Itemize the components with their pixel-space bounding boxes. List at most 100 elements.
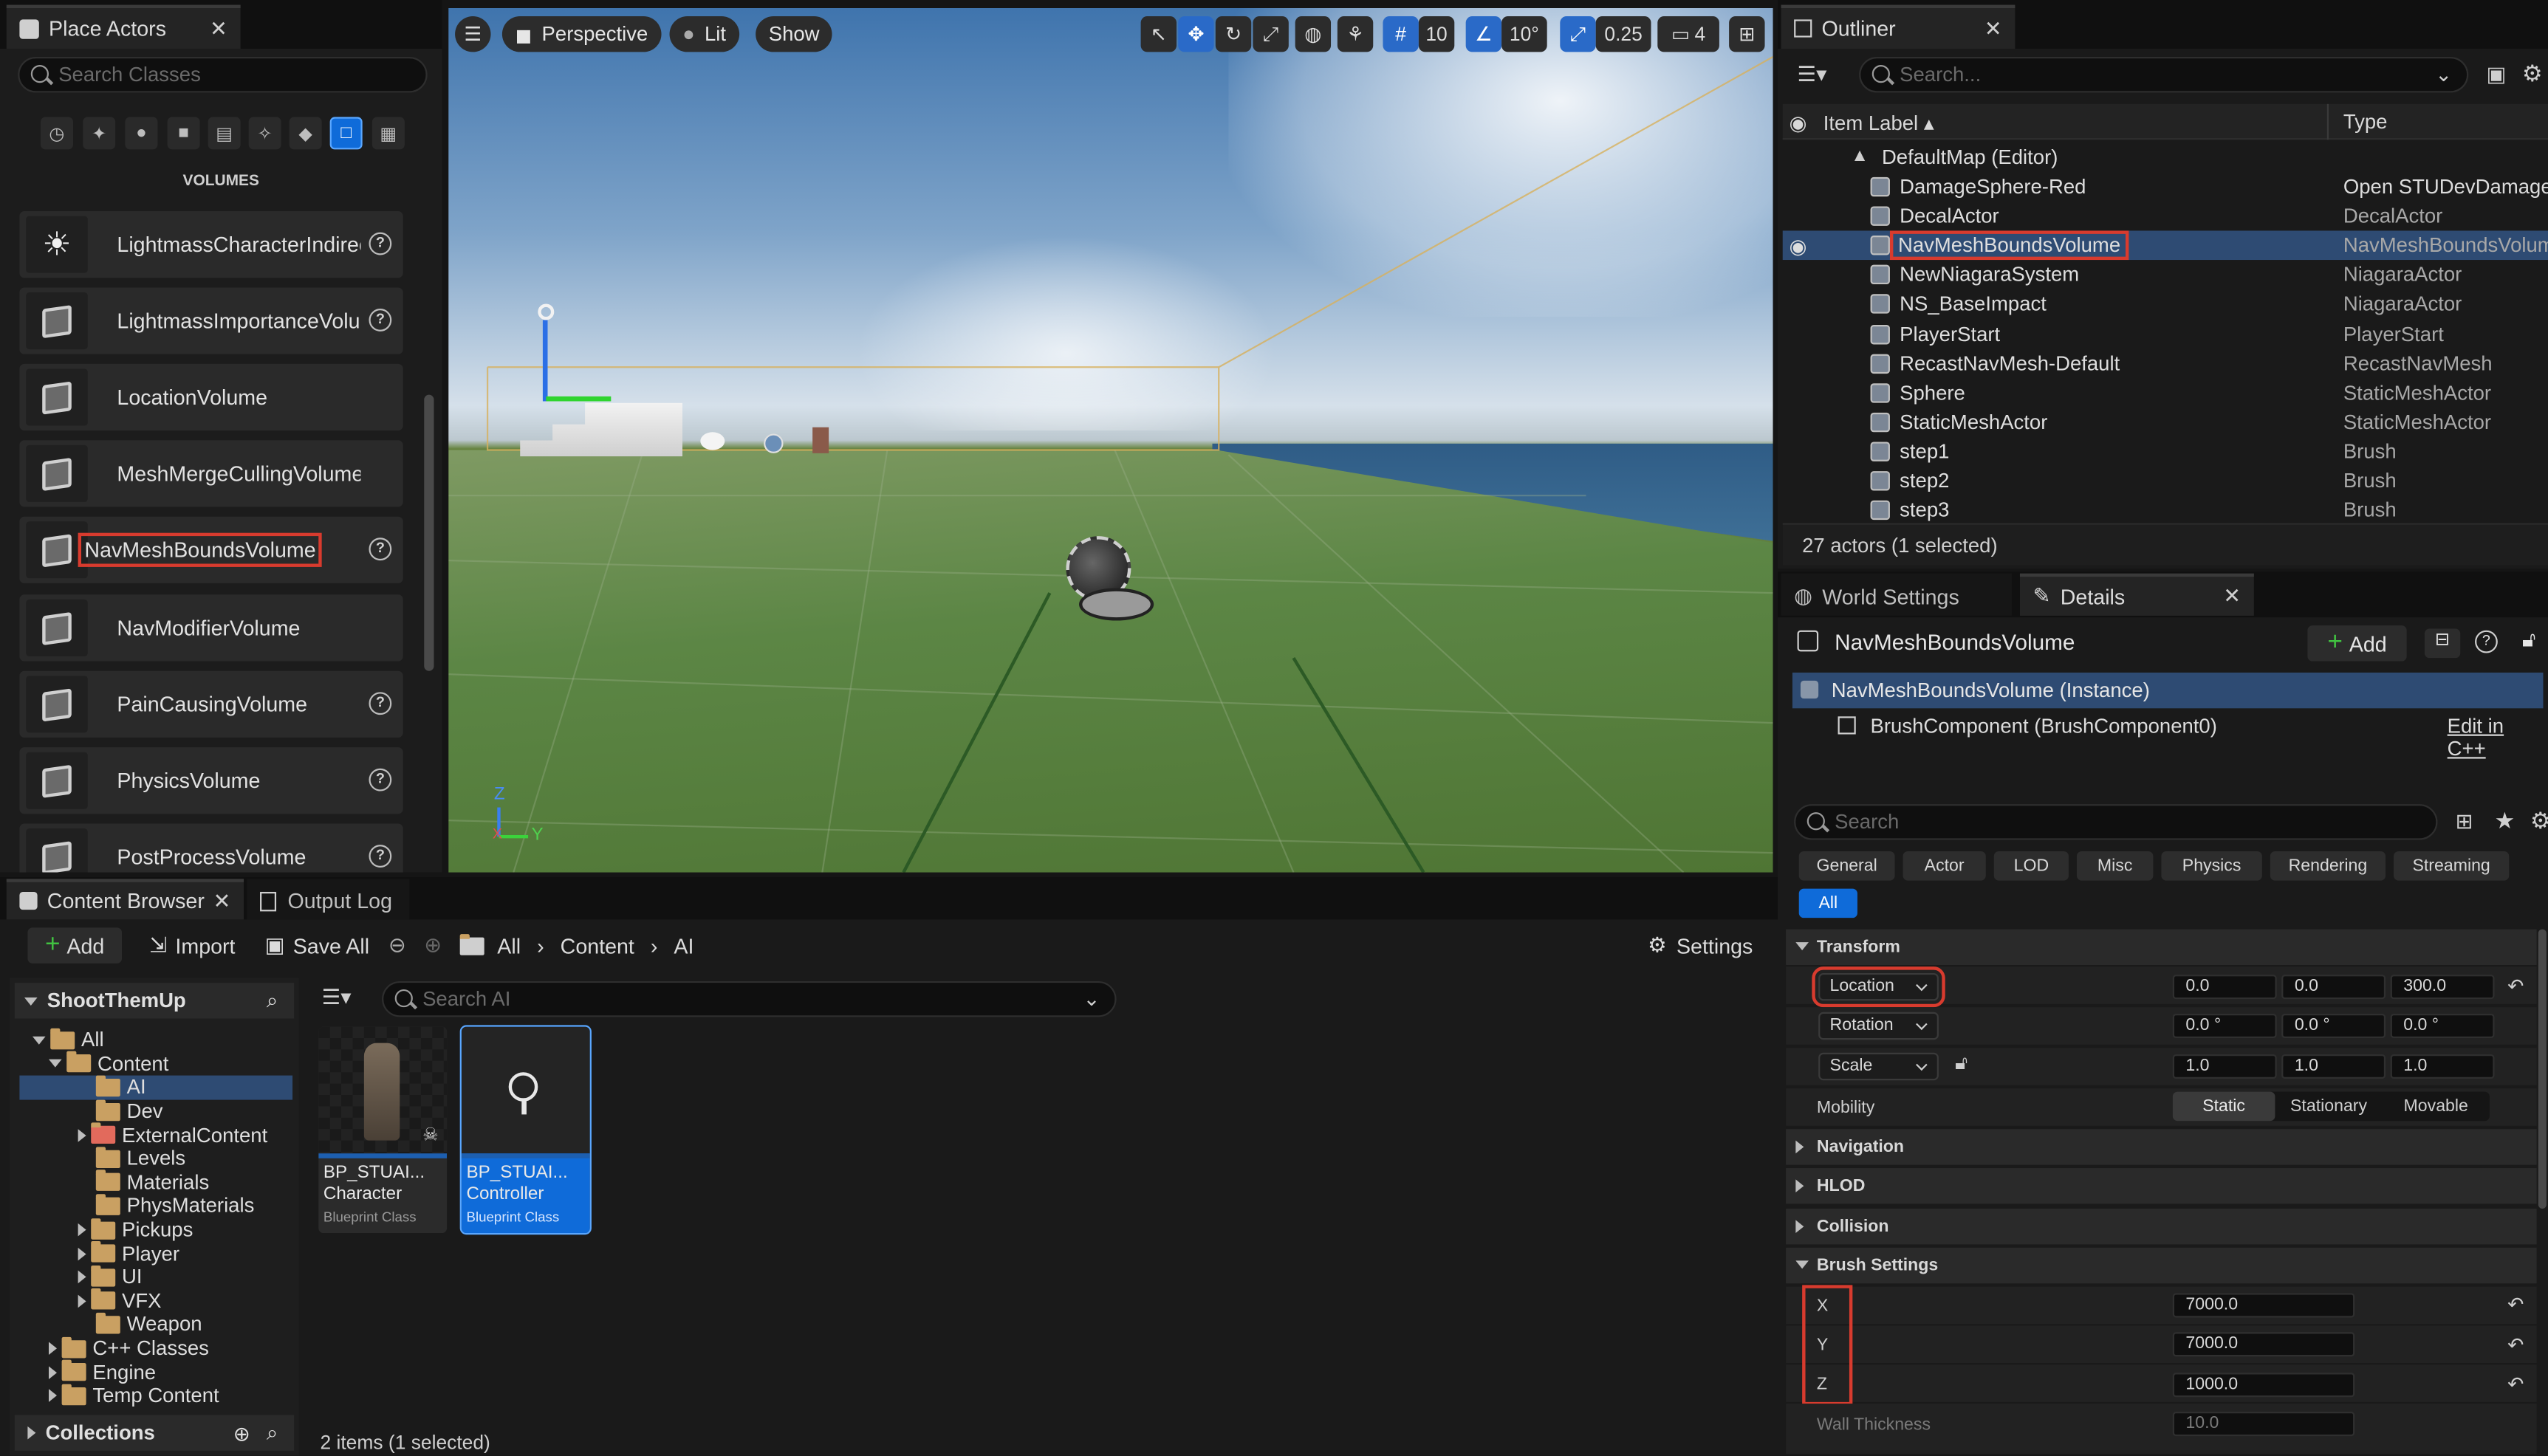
level-viewport[interactable]: ☰ ◼ Perspective ● Lit Show ↖ ✥ ↻ ⤢ ◍ ⚘ #… — [448, 8, 1773, 873]
help-icon[interactable]: ? — [369, 309, 392, 332]
scale-snap-value[interactable]: 0.25 — [1595, 16, 1651, 52]
scale-x-field[interactable]: 1.0 — [2172, 1054, 2277, 1079]
reset-brush-y-icon[interactable]: ↶ — [2507, 1333, 2524, 1356]
lights-category-icon[interactable]: ● — [125, 117, 158, 150]
grid-snap-icon[interactable]: # — [1383, 16, 1419, 52]
actor-item-nav-mesh-bounds[interactable]: NavMeshBoundsVolume ? — [19, 516, 403, 583]
translate-gizmo[interactable] — [538, 303, 619, 417]
table-view-icon[interactable]: ⊞ — [2456, 809, 2473, 835]
close-icon[interactable]: ✕ — [1984, 16, 2002, 41]
actor-item-lightmass-importance[interactable]: LightmassImportanceVolur ? — [19, 287, 403, 354]
outliner-row[interactable]: step1 Brush — [1783, 437, 2548, 467]
geometry-category-icon[interactable]: ◆ — [289, 117, 322, 150]
outliner-row[interactable]: Sphere StaticMeshActor — [1783, 378, 2548, 408]
help-icon[interactable]: ? — [369, 768, 392, 791]
mobility-stationary[interactable]: Stationary — [2275, 1092, 2382, 1122]
outliner-row[interactable]: StaticMeshActor StaticMeshActor — [1783, 408, 2548, 437]
rotation-y-field[interactable]: 0.0 ° — [2281, 1013, 2386, 1038]
hamburger-menu-icon[interactable]: ☰ — [455, 16, 491, 52]
all-classes-category-icon[interactable]: ▦ — [371, 117, 405, 150]
column-divider[interactable] — [2326, 103, 2329, 140]
save-all-button[interactable]: ▣ Save All — [265, 930, 369, 962]
gear-icon[interactable]: ⚙ — [2522, 60, 2543, 87]
breadcrumb-all[interactable]: All — [497, 933, 521, 958]
search-classes-input[interactable]: Search Classes — [18, 57, 428, 93]
rotation-x-field[interactable]: 0.0 ° — [2172, 1013, 2277, 1038]
location-y-field[interactable]: 0.0 — [2281, 975, 2386, 1000]
reset-location-icon[interactable]: ↶ — [2507, 975, 2524, 997]
rotation-snap-value[interactable]: 10° — [1501, 16, 1547, 52]
tab-content-browser[interactable]: Content Browser ✕ — [6, 879, 244, 920]
help-icon[interactable]: ? — [369, 232, 392, 255]
location-x-field[interactable]: 0.0 — [2172, 975, 2277, 1000]
visual-effects-category-icon[interactable]: ✧ — [248, 117, 281, 150]
outliner-row[interactable]: RecastNavMesh-Default RecastNavMesh — [1783, 348, 2548, 378]
outliner-row[interactable]: step3 Brush — [1783, 495, 2548, 525]
rotation-dropdown[interactable]: Rotation — [1818, 1012, 1939, 1040]
actor-item-post-process[interactable]: PostProcessVolume ? — [19, 823, 403, 873]
tree-item-dev[interactable]: Dev — [19, 1099, 292, 1123]
details-search-input[interactable]: Search — [1794, 804, 2438, 840]
close-icon[interactable]: ✕ — [210, 16, 227, 41]
actor-item-physics-volume[interactable]: PhysicsVolume ? — [19, 747, 403, 814]
tab-details[interactable]: ✎ Details ✕ — [2019, 573, 2254, 616]
world-space-icon[interactable]: ◍ — [1295, 16, 1332, 52]
lock-icon[interactable]: 🔓︎ — [2522, 627, 2536, 653]
outliner-row[interactable]: step2 Brush — [1783, 466, 2548, 495]
filter-icon[interactable]: ☰▾ — [1798, 62, 1827, 88]
tree-item-c-classes[interactable]: C++ Classes — [19, 1336, 292, 1360]
scale-dropdown[interactable]: Scale — [1818, 1052, 1939, 1081]
shapes-category-icon[interactable]: ■ — [167, 117, 200, 150]
instance-row[interactable]: NavMeshBoundsVolume (Instance) — [1792, 672, 2544, 709]
edit-in-cpp-link[interactable]: Edit in C++ — [2448, 715, 2544, 760]
outliner-row[interactable]: DamageSphere-Red Open STUDevDamage — [1783, 172, 2548, 202]
brush-settings-section[interactable]: Brush Settings — [1786, 1247, 2537, 1284]
import-button[interactable]: ⇲ Import — [149, 930, 235, 962]
history-back-icon[interactable]: ⊖ — [388, 930, 406, 962]
actor-item-lightmass-character[interactable]: ☀ LightmassCharacterIndirec ? — [19, 211, 403, 278]
category-physics[interactable]: Physics — [2161, 851, 2262, 881]
brush-z-field[interactable]: 1000.0 — [2172, 1373, 2355, 1398]
asset-tile-controller[interactable]: BP_STUAI... Controller Blueprint Class — [459, 1025, 592, 1235]
tree-item-pickups[interactable]: Pickups — [19, 1218, 292, 1242]
maximize-viewport-icon[interactable]: ⊞ — [1729, 16, 1765, 52]
brush-x-field[interactable]: 7000.0 — [2172, 1293, 2355, 1318]
lock-icon[interactable]: 🔓︎ — [1955, 1051, 1967, 1076]
hlod-section[interactable]: HLOD — [1786, 1168, 2537, 1204]
rotate-tool-icon[interactable]: ↻ — [1215, 16, 1252, 52]
favorite-star-icon[interactable]: ★ — [2494, 808, 2515, 835]
tab-place-actors[interactable]: Place Actors ✕ — [6, 4, 241, 49]
tree-item-weapon[interactable]: Weapon — [19, 1312, 292, 1336]
chevron-down-icon[interactable]: ⌄ — [2435, 62, 2452, 86]
category-all[interactable]: All — [1798, 888, 1857, 918]
collections-header[interactable]: Collections ⊕ ⌕ — [14, 1415, 295, 1451]
add-component-button[interactable]: + Add — [2307, 625, 2407, 662]
outliner-row[interactable]: NS_BaseImpact NiagaraActor — [1783, 290, 2548, 320]
surface-snap-icon[interactable]: ⚘ — [1337, 16, 1374, 52]
show-button[interactable]: Show — [756, 16, 833, 52]
category-rendering[interactable]: Rendering — [2270, 851, 2386, 881]
tab-world-settings[interactable]: ◍ World Settings — [1781, 573, 2012, 616]
tree-item-levels[interactable]: Levels — [19, 1146, 292, 1170]
search-icon[interactable]: ⌕ — [267, 989, 278, 1013]
close-icon[interactable]: ✕ — [2223, 583, 2241, 609]
location-z-field[interactable]: 300.0 — [2390, 975, 2495, 1000]
perspective-button[interactable]: ◼ Perspective — [501, 16, 661, 52]
brush-y-field[interactable]: 7000.0 — [2172, 1332, 2355, 1357]
tree-item-externalcontent[interactable]: ExternalContent — [19, 1122, 292, 1147]
blueprint-icon[interactable]: ⊟ — [2424, 628, 2461, 659]
add-content-button[interactable]: + Add — [27, 927, 123, 964]
chevron-right-icon[interactable] — [49, 1389, 58, 1403]
tree-item-vfx[interactable]: VFX — [19, 1288, 292, 1313]
asset-tile-character[interactable]: ☠ BP_STUAI... Character Blueprint Class — [318, 1026, 448, 1234]
actor-item-mesh-merge-culling[interactable]: MeshMergeCullingVolume — [19, 440, 403, 507]
category-actor[interactable]: Actor — [1903, 851, 1986, 881]
settings-button[interactable]: ⚙ Settings — [1648, 930, 1753, 962]
add-folder-icon[interactable]: ▣ — [2486, 62, 2506, 88]
outliner-row[interactable]: NewNiagaraSystem NiagaraActor — [1783, 261, 2548, 290]
tab-output-log[interactable]: Output Log — [247, 879, 410, 920]
visibility-eye-icon[interactable]: ◉ — [1790, 234, 1807, 258]
basic-category-icon[interactable]: ✦ — [83, 117, 116, 150]
history-forward-icon[interactable]: ⊕ — [424, 930, 442, 962]
item-label-column[interactable]: Item Label ▴ — [1823, 111, 1934, 135]
